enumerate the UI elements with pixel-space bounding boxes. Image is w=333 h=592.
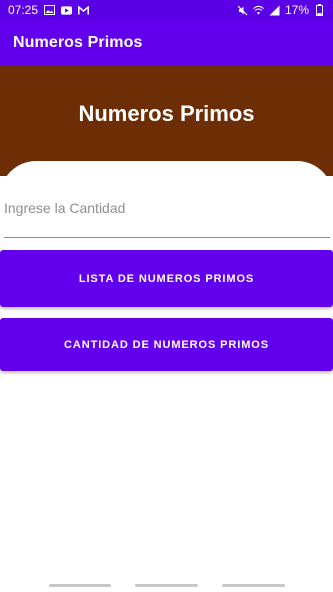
battery-percent: 17% <box>284 3 309 17</box>
wifi-icon <box>253 5 264 16</box>
nav-home-handle[interactable] <box>135 584 198 587</box>
list-primes-button[interactable]: LISTA DE NUMEROS PRIMOS <box>0 250 333 307</box>
app-bar-title: Numeros Primos <box>13 34 143 51</box>
status-bar: 07:25 17% <box>0 0 333 20</box>
image-icon <box>44 5 56 16</box>
status-right: 17% <box>237 3 325 17</box>
signal-icon <box>269 5 280 16</box>
app-screen: 07:25 17% Numeros Primos Numeros Primos … <box>0 0 333 592</box>
page-title: Numeros Primos <box>78 101 255 126</box>
youtube-icon <box>61 5 73 16</box>
app-bar: Numeros Primos <box>0 20 333 66</box>
status-time: 07:25 <box>8 3 39 17</box>
nav-back-handle[interactable] <box>222 584 285 587</box>
gmail-icon <box>78 5 89 16</box>
quantity-field <box>4 190 330 238</box>
quantity-input[interactable] <box>4 194 330 222</box>
battery-icon <box>314 4 325 16</box>
count-primes-button[interactable]: CANTIDAD DE NUMEROS PRIMOS <box>0 318 333 371</box>
mute-icon <box>237 5 248 16</box>
status-left: 07:25 <box>8 3 89 17</box>
nav-recents-handle[interactable] <box>49 584 111 587</box>
